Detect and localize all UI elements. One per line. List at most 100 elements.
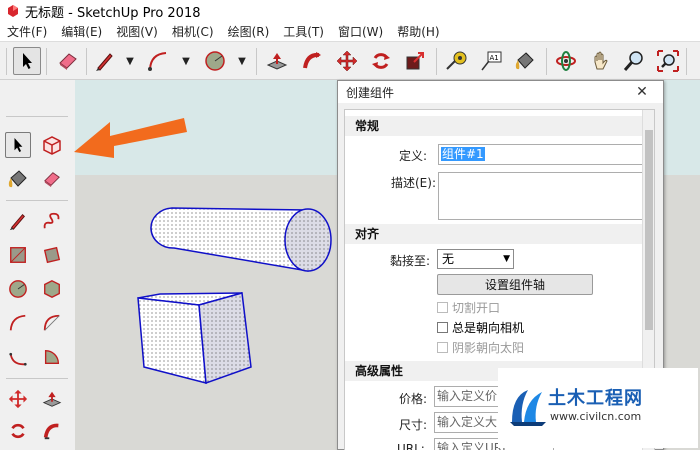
follow-me-tool-button[interactable] <box>298 47 326 75</box>
make-component-tool-button[interactable] <box>39 132 65 158</box>
left-follow-me-tool-button[interactable] <box>39 418 65 444</box>
dialog-title: 创建组件 <box>346 85 395 100</box>
rectangle-icon <box>10 247 26 263</box>
menu-edit[interactable]: 编辑(E) <box>54 22 109 42</box>
menu-tools[interactable]: 工具(T) <box>276 22 331 42</box>
menu-view[interactable]: 视图(V) <box>109 22 165 42</box>
scrollbar-thumb[interactable] <box>645 130 653 330</box>
url-label: URL: <box>397 442 425 450</box>
cut-opening-checkbox[interactable]: 切割开口 <box>437 299 500 316</box>
freehand-tool-button[interactable] <box>39 208 65 234</box>
rotate-tool-button[interactable] <box>367 47 395 75</box>
price-placeholder: 输入定义价 <box>437 389 498 403</box>
toolbar-separator <box>546 48 547 75</box>
freehand-squiggle-icon <box>43 212 60 229</box>
left-rotate-tool-button[interactable] <box>5 418 31 444</box>
menu-help[interactable]: 帮助(H) <box>390 22 446 42</box>
select-tool-button[interactable] <box>13 47 41 75</box>
orbit-tool-button[interactable] <box>552 47 580 75</box>
two-point-arc-tool-button[interactable] <box>39 310 65 336</box>
two-point-arc-icon <box>43 314 60 331</box>
circle-icon <box>205 51 225 71</box>
left-move-tool-button[interactable] <box>5 386 31 412</box>
text-label-icon: A1 <box>481 51 502 71</box>
left-paint-bucket-tool-button[interactable] <box>5 166 31 192</box>
rotated-rectangle-tool-button[interactable] <box>39 242 65 268</box>
arc-icon <box>148 52 167 71</box>
menu-bar: 文件(F) 编辑(E) 视图(V) 相机(C) 绘图(R) 工具(T) 窗口(W… <box>0 22 700 42</box>
toolbar-separator <box>6 48 7 75</box>
polygon-tool-button[interactable] <box>39 276 65 302</box>
line-tool-button[interactable] <box>91 47 119 75</box>
push-pull-icon <box>266 53 288 70</box>
selected-cube[interactable] <box>137 292 252 385</box>
rectangle-tool-button[interactable] <box>5 242 31 268</box>
glue-to-select[interactable]: 无 ▼ <box>437 249 514 269</box>
menu-camera[interactable]: 相机(C) <box>165 22 221 42</box>
three-point-arc-tool-button[interactable] <box>5 344 31 370</box>
checkbox-box <box>437 302 448 313</box>
size-placeholder: 输入定义大 <box>437 415 498 429</box>
set-component-axes-button[interactable]: 设置组件轴 <box>437 274 593 295</box>
arc-tool-button[interactable] <box>144 47 172 75</box>
size-label: 尺寸: <box>399 418 428 432</box>
description-textarea[interactable] <box>438 172 651 220</box>
zoom-tool-button[interactable] <box>620 47 648 75</box>
push-pull-icon <box>42 391 62 407</box>
left-push-pull-tool-button[interactable] <box>39 386 65 412</box>
dialog-title-bar: 创建组件 <box>338 81 663 103</box>
scale-tool-button[interactable] <box>401 47 429 75</box>
always-face-camera-label: 总是朝向相机 <box>452 321 525 335</box>
text-tool-button[interactable]: A1 <box>477 47 505 75</box>
menu-draw[interactable]: 绘图(R) <box>221 22 277 42</box>
three-point-arc-icon <box>9 352 27 366</box>
left-arc-tool-button[interactable] <box>5 310 31 336</box>
left-line-tool-button[interactable] <box>5 208 31 234</box>
move-arrows-icon <box>336 50 358 72</box>
watermark-url: www.civilcn.com <box>550 410 642 423</box>
pan-tool-button[interactable] <box>587 47 615 75</box>
eraser-tool-button[interactable] <box>54 47 82 75</box>
definition-input[interactable]: 组件#1 <box>438 144 651 165</box>
move-arrows-icon <box>8 389 28 409</box>
glue-to-label: 黏接至: <box>390 254 431 268</box>
push-pull-tool-button[interactable] <box>263 47 291 75</box>
paint-bucket-icon <box>515 52 534 70</box>
arc-dropdown-arrow[interactable]: ▼ <box>180 53 192 69</box>
civil-engineering-logo-icon <box>510 390 546 426</box>
title-bar: 无标题 - SketchUp Pro 2018 <box>0 0 700 22</box>
selected-cylinder[interactable] <box>150 207 332 272</box>
sketchup-logo-icon <box>8 5 18 17</box>
close-icon: ✕ <box>636 84 648 100</box>
pie-tool-button[interactable] <box>39 344 65 370</box>
line-dropdown-arrow[interactable]: ▼ <box>124 53 136 69</box>
tape-measure-tool-button[interactable] <box>442 47 470 75</box>
left-eraser-tool-button[interactable] <box>39 166 65 192</box>
main-toolbar: ▼ ▼ ▼ A1 <box>0 43 700 80</box>
site-watermark: 土木工程网 www.civilcn.com <box>498 368 698 448</box>
left-select-tool-button[interactable] <box>5 132 31 158</box>
rotate-icon <box>11 423 25 439</box>
circle-dropdown-arrow[interactable]: ▼ <box>236 53 248 69</box>
window-title: 无标题 - SketchUp Pro 2018 <box>25 5 201 21</box>
circle-tool-button[interactable] <box>201 47 229 75</box>
menu-window[interactable]: 窗口(W) <box>331 22 390 42</box>
move-tool-button[interactable] <box>333 47 361 75</box>
pencil-icon <box>9 213 25 231</box>
arc-icon <box>9 314 26 331</box>
toolbar-separator <box>6 116 68 117</box>
toolbar-separator <box>86 48 87 75</box>
always-face-camera-checkbox[interactable]: 总是朝向相机 <box>437 319 524 336</box>
menu-file[interactable]: 文件(F) <box>0 22 54 42</box>
sketchup-window: 无标题 - SketchUp Pro 2018 文件(F) 编辑(E) 视图(V… <box>0 0 700 450</box>
dialog-close-button[interactable]: ✕ <box>623 83 661 101</box>
circle-icon <box>9 280 27 298</box>
follow-me-icon <box>303 52 321 69</box>
zoom-extents-tool-button[interactable] <box>654 47 682 75</box>
paint-bucket-tool-button[interactable] <box>511 47 539 75</box>
shadows-face-sun-checkbox[interactable]: 阴影朝向太阳 <box>437 339 524 356</box>
component-box-icon <box>43 136 61 155</box>
section-alignment: 对齐 <box>345 224 643 244</box>
left-circle-tool-button[interactable] <box>5 276 31 302</box>
orbit-icon <box>556 51 576 71</box>
